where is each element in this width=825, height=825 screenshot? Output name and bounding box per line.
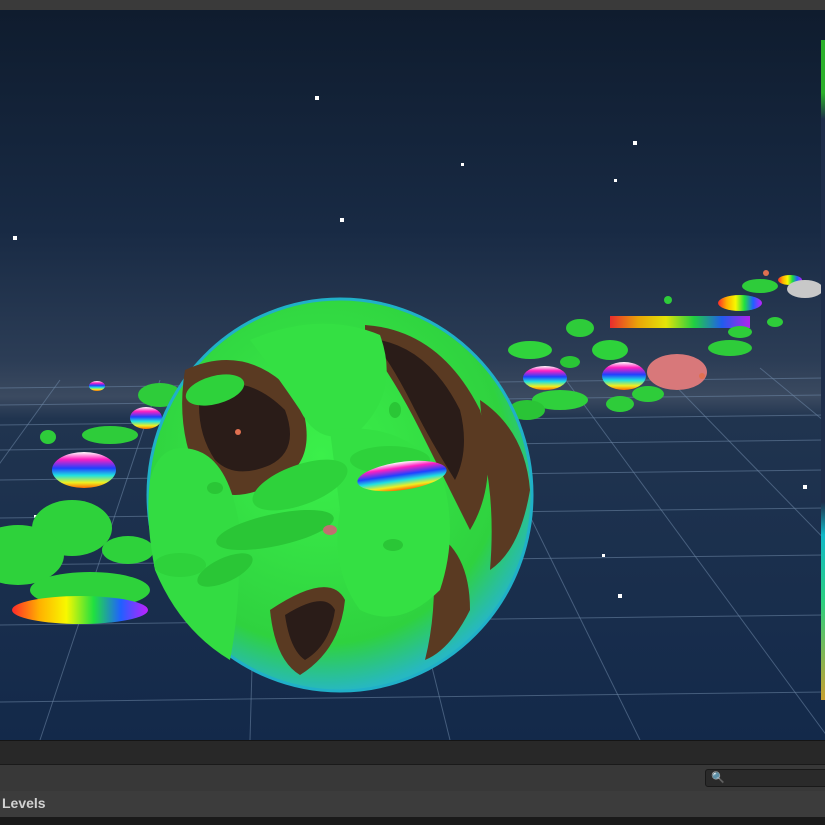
- hierarchy-item-label: Levels: [2, 795, 46, 811]
- scene-render: [0, 96, 825, 740]
- viewport-side-indicator: [821, 40, 825, 700]
- panel-divider[interactable]: [0, 740, 825, 765]
- scene-viewport[interactable]: [0, 10, 825, 740]
- bottom-edge: [0, 817, 825, 825]
- hierarchy-toolbar: 🔍: [0, 764, 825, 792]
- planet-sphere: [146, 297, 534, 693]
- search-input[interactable]: 🔍: [705, 769, 825, 787]
- floating-fragments: [508, 270, 823, 420]
- hierarchy-item-levels[interactable]: Levels: [0, 791, 825, 817]
- search-icon: 🔍: [711, 771, 725, 784]
